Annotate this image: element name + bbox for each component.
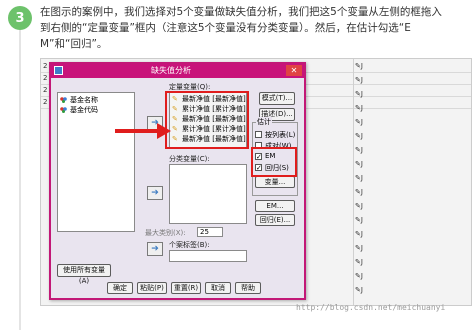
spss-screenshot: 2右 2右 2右 2右 ✎J ✎J ✎J ✎J ✎J ✎J ✎J ✎J ✎J ✎… bbox=[40, 58, 472, 306]
max-categories-label: 最大类别(X): bbox=[145, 229, 186, 237]
list-item[interactable]: 基金名称 bbox=[58, 95, 134, 105]
checkbox-box bbox=[255, 131, 262, 138]
move-to-cat-button[interactable]: ➔ bbox=[147, 186, 163, 200]
sheet-divider bbox=[353, 59, 354, 305]
listwise-checkbox[interactable]: 按列表(L) bbox=[255, 130, 297, 140]
app-icon bbox=[54, 66, 63, 75]
em-button[interactable]: EM... bbox=[255, 200, 295, 212]
estimate-title: 估计 bbox=[256, 117, 272, 127]
close-icon[interactable]: ✕ bbox=[286, 65, 302, 76]
use-all-variables-button[interactable]: 使用所有变量(A) bbox=[57, 264, 111, 285]
red-arrow-annotation bbox=[115, 123, 171, 139]
reset-button[interactable]: 重置(R) bbox=[171, 282, 201, 294]
nominal-variable-icon bbox=[60, 97, 67, 103]
cancel-button[interactable]: 取消 bbox=[205, 282, 231, 294]
move-to-label-button[interactable]: ➔ bbox=[147, 242, 163, 256]
max-categories-input[interactable]: 25 bbox=[197, 227, 223, 237]
ok-button[interactable]: 确定 bbox=[107, 282, 133, 294]
patterns-button[interactable]: 模式(T)... bbox=[259, 92, 295, 105]
variables-button[interactable]: 变量... bbox=[255, 176, 295, 188]
intro-line-3: M”和“回归”。 bbox=[40, 38, 108, 50]
cat-vars-label: 分类变量(C): bbox=[169, 155, 210, 163]
dialog-title: 缺失值分析 bbox=[151, 66, 191, 75]
list-item[interactable]: 基金代码 bbox=[58, 105, 134, 115]
step-badge: 3 bbox=[8, 6, 32, 330]
intro-line-1: 在图示的案例中，我们选择对5个变量做缺失值分析，我们把这5个变量从左侧的框拖入 bbox=[40, 6, 442, 18]
cat-variable-list[interactable] bbox=[169, 164, 247, 224]
case-label-label: 个案标签(B): bbox=[169, 241, 210, 249]
case-label-input[interactable] bbox=[169, 250, 247, 262]
paste-button[interactable]: 粘贴(P) bbox=[137, 282, 167, 294]
sheet-right-column: ✎J ✎J ✎J ✎J ✎J ✎J ✎J ✎J ✎J ✎J ✎J ✎J ✎J ✎… bbox=[355, 62, 363, 294]
quant-vars-highlight bbox=[165, 91, 249, 149]
intro-text: 在图示的案例中，我们选择对5个变量做缺失值分析，我们把这5个变量从左侧的框拖入 … bbox=[40, 4, 470, 52]
regression-button[interactable]: 回归(E)... bbox=[255, 214, 295, 226]
intro-line-2: 到右侧的“定量变量”框内（注意这5个变量没有分类变量）。然后，在估计勾选“E bbox=[40, 22, 411, 34]
watermark: http://blog.csdn.net/meichuanyi bbox=[296, 303, 446, 312]
nominal-variable-icon bbox=[60, 107, 67, 113]
source-variable-list[interactable]: 基金名称 基金代码 bbox=[57, 92, 135, 232]
help-button[interactable]: 帮助 bbox=[235, 282, 261, 294]
dialog-titlebar[interactable]: 缺失值分析 ✕ bbox=[51, 64, 304, 78]
estimate-highlight bbox=[251, 147, 297, 177]
